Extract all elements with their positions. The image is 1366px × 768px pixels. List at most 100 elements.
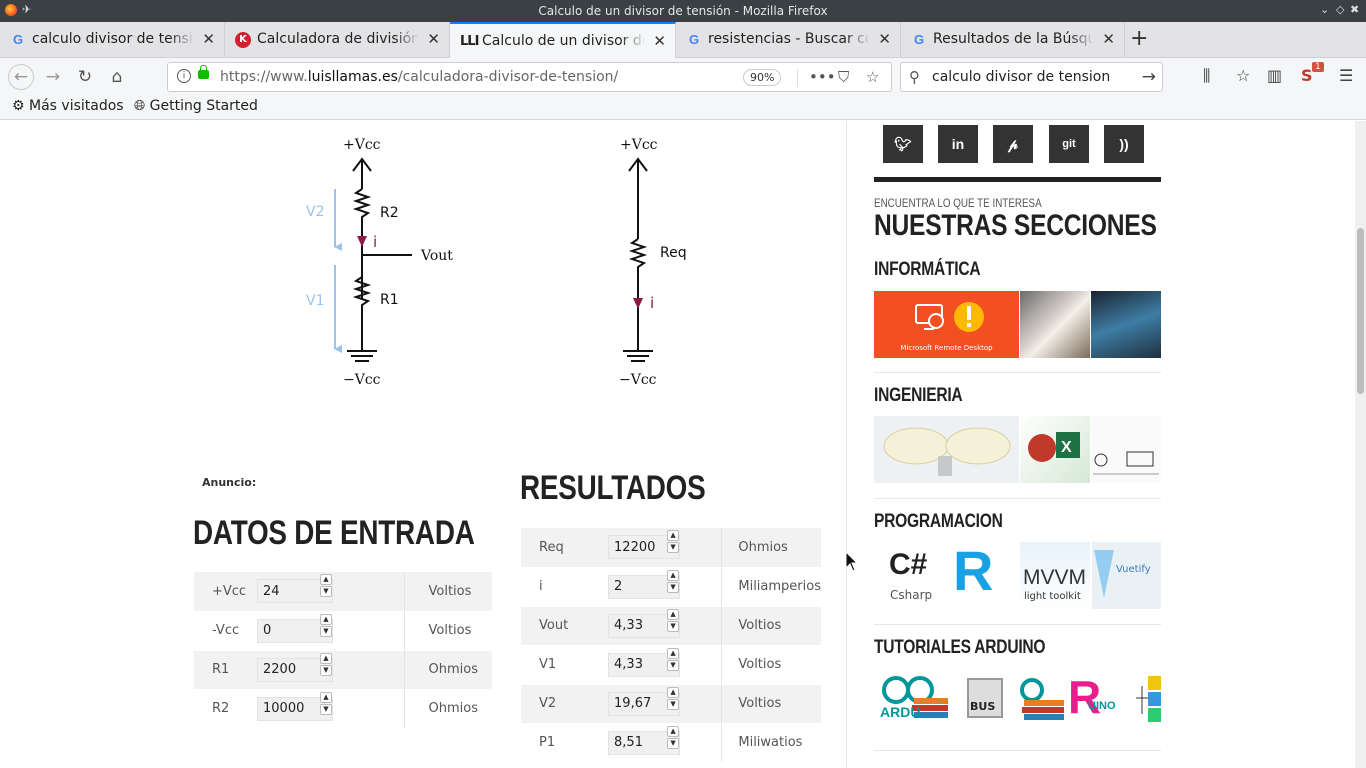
v1-output[interactable]: ▲▼ xyxy=(608,647,681,677)
bus-thumb[interactable]: BUS xyxy=(960,668,1010,735)
hamburger-menu-icon[interactable]: ☰ xyxy=(1339,66,1353,85)
csharp-thumb[interactable]: C# Csharp xyxy=(874,542,947,609)
url-bar[interactable]: i https://www.luisllamas.es/calculadora-… xyxy=(167,62,892,92)
decrement-icon[interactable]: ▼ xyxy=(667,620,680,632)
home-button[interactable]: ⌂ xyxy=(105,65,129,89)
increment-icon[interactable]: ▲ xyxy=(667,608,680,620)
current-field[interactable] xyxy=(609,575,664,598)
bookmark-mas-visitados[interactable]: ⚙ Más visitados xyxy=(12,98,124,114)
bookmark-getting-started[interactable]: 🌐︎ Getting Started xyxy=(134,98,258,114)
increment-icon[interactable]: ▲ xyxy=(667,530,680,542)
url-text[interactable]: https://www.luisllamas.es/calculadora-di… xyxy=(220,69,618,85)
r2-input[interactable]: ▲▼ xyxy=(257,691,333,721)
close-tab-icon[interactable]: ✕ xyxy=(427,30,440,48)
decrement-icon[interactable]: ▼ xyxy=(667,698,680,710)
zoom-indicator[interactable]: 90% xyxy=(743,69,782,86)
close-tab-icon[interactable]: ✕ xyxy=(202,30,215,48)
increment-icon[interactable]: ▲ xyxy=(320,613,332,625)
pocket-icon[interactable]: ⛉ xyxy=(838,68,849,86)
tablet-thumb[interactable] xyxy=(1091,291,1161,358)
excel-thumb[interactable]: X xyxy=(1020,416,1090,483)
increment-icon[interactable]: ▲ xyxy=(667,569,680,581)
p1-field[interactable] xyxy=(609,731,664,754)
vcc-minus-input[interactable]: ▲▼ xyxy=(257,613,333,643)
pinterest-icon[interactable]: 𝓅 xyxy=(993,125,1033,163)
vout-output[interactable]: ▲▼ xyxy=(608,608,681,638)
decrement-icon[interactable]: ▼ xyxy=(320,703,332,715)
v2-output[interactable]: ▲▼ xyxy=(608,686,681,716)
search-input[interactable]: calculo divisor de tension xyxy=(932,69,1110,85)
r1-field[interactable] xyxy=(258,658,312,681)
hard-drive-thumb[interactable] xyxy=(1020,291,1090,358)
vcc-minus-field[interactable] xyxy=(258,619,312,642)
close-window-icon[interactable]: ✖ xyxy=(1350,3,1359,16)
arduino-diagram-thumb[interactable] xyxy=(1136,668,1161,735)
rss-icon[interactable]: )) xyxy=(1104,125,1144,163)
minimize-icon[interactable]: ⌄ xyxy=(1320,3,1329,16)
vcc-plus-field[interactable] xyxy=(258,580,312,603)
increment-icon[interactable]: ▲ xyxy=(320,574,332,586)
v2-field[interactable] xyxy=(609,692,664,715)
increment-icon[interactable]: ▲ xyxy=(667,725,680,737)
back-button[interactable]: ← xyxy=(8,64,34,90)
increment-icon[interactable]: ▲ xyxy=(667,686,680,698)
arduino-books-thumb-2[interactable] xyxy=(1018,668,1068,735)
library-icon[interactable]: ⫼ xyxy=(1203,66,1210,86)
page-actions-icon[interactable]: ••• xyxy=(809,68,836,86)
reactiveui-thumb[interactable]: R xyxy=(948,542,1018,609)
remote-desktop-thumb[interactable]: Microsoft Remote Desktop xyxy=(874,291,1019,358)
decrement-icon[interactable]: ▼ xyxy=(667,542,680,554)
current-output[interactable]: ▲▼ xyxy=(608,569,681,599)
bookmark-star-icon[interactable]: ☆ xyxy=(866,68,879,86)
section-informatica[interactable]: INFORMÁTICA xyxy=(874,259,981,281)
led-bulbs-thumb[interactable] xyxy=(874,416,1019,483)
forward-button[interactable]: → xyxy=(41,65,65,89)
arduino-books-thumb[interactable]: ARDU xyxy=(874,668,954,735)
decrement-icon[interactable]: ▼ xyxy=(320,664,332,676)
close-tab-icon[interactable]: ✕ xyxy=(653,32,666,50)
comic-thumb[interactable] xyxy=(1091,416,1161,483)
increment-icon[interactable]: ▲ xyxy=(320,652,332,664)
vuetify-thumb[interactable]: Vuetify xyxy=(1092,542,1161,609)
search-go-icon[interactable]: → xyxy=(1142,67,1156,87)
increment-icon[interactable]: ▲ xyxy=(320,691,332,703)
decrement-icon[interactable]: ▼ xyxy=(320,625,332,637)
vout-field[interactable] xyxy=(609,614,664,637)
search-bar[interactable]: ⚲ calculo divisor de tension → xyxy=(900,62,1163,92)
decrement-icon[interactable]: ▼ xyxy=(667,581,680,593)
info-icon[interactable]: i xyxy=(177,69,191,83)
tab-calculo-divisor[interactable]: G calculo divisor de tension ✕ xyxy=(0,22,225,58)
sidebar-icon[interactable]: ▥ xyxy=(1267,66,1282,85)
p1-output[interactable]: ▲▼ xyxy=(608,725,681,755)
bookmarks-menu-icon[interactable]: ☆ xyxy=(1236,66,1250,85)
tab-divisor-tension-active[interactable]: LLI Calculo de un divisor de tensión ✕ xyxy=(450,22,676,59)
section-tutoriales-arduino[interactable]: TUTORIALES ARDUINO xyxy=(874,637,1046,659)
r1-input[interactable]: ▲▼ xyxy=(257,652,333,682)
reload-button[interactable]: ↻ xyxy=(73,65,97,89)
maximize-icon[interactable]: ◇ xyxy=(1336,3,1344,16)
git-icon[interactable]: git xyxy=(1049,125,1089,163)
linkedin-icon[interactable]: in xyxy=(938,125,978,163)
tab-resistencias[interactable]: G resistencias - Buscar con Google ✕ xyxy=(676,22,901,58)
req-field[interactable] xyxy=(609,536,664,559)
new-tab-button[interactable]: + xyxy=(1130,26,1148,51)
scrollbar-thumb[interactable] xyxy=(1357,228,1364,394)
arduino-r-thumb[interactable]: R UINO xyxy=(1068,668,1128,735)
page-scrollbar[interactable] xyxy=(1355,121,1366,768)
v1-field[interactable] xyxy=(609,653,664,676)
decrement-icon[interactable]: ▼ xyxy=(667,737,680,749)
lock-icon[interactable] xyxy=(198,65,209,79)
section-ingenieria[interactable]: INGENIERIA xyxy=(874,385,963,407)
section-programacion[interactable]: PROGRAMACION xyxy=(874,511,1003,533)
decrement-icon[interactable]: ▼ xyxy=(320,586,332,598)
close-tab-icon[interactable]: ✕ xyxy=(1102,30,1115,48)
req-output[interactable]: ▲▼ xyxy=(608,530,681,560)
tab-calculadora-division[interactable]: K Calculadora de división de tensión ✕ xyxy=(225,22,450,58)
mvvm-thumb[interactable]: MVVM light toolkit xyxy=(1020,542,1090,609)
increment-icon[interactable]: ▲ xyxy=(667,647,680,659)
vcc-plus-input[interactable]: ▲▼ xyxy=(257,574,333,604)
addon-icon[interactable]: S xyxy=(1301,66,1313,85)
r2-field[interactable] xyxy=(258,697,312,720)
twitter-icon[interactable]: 🐦︎ xyxy=(883,125,923,163)
tab-resultados-busqueda[interactable]: G Resultados de la Búsqueda ✕ xyxy=(901,22,1125,58)
